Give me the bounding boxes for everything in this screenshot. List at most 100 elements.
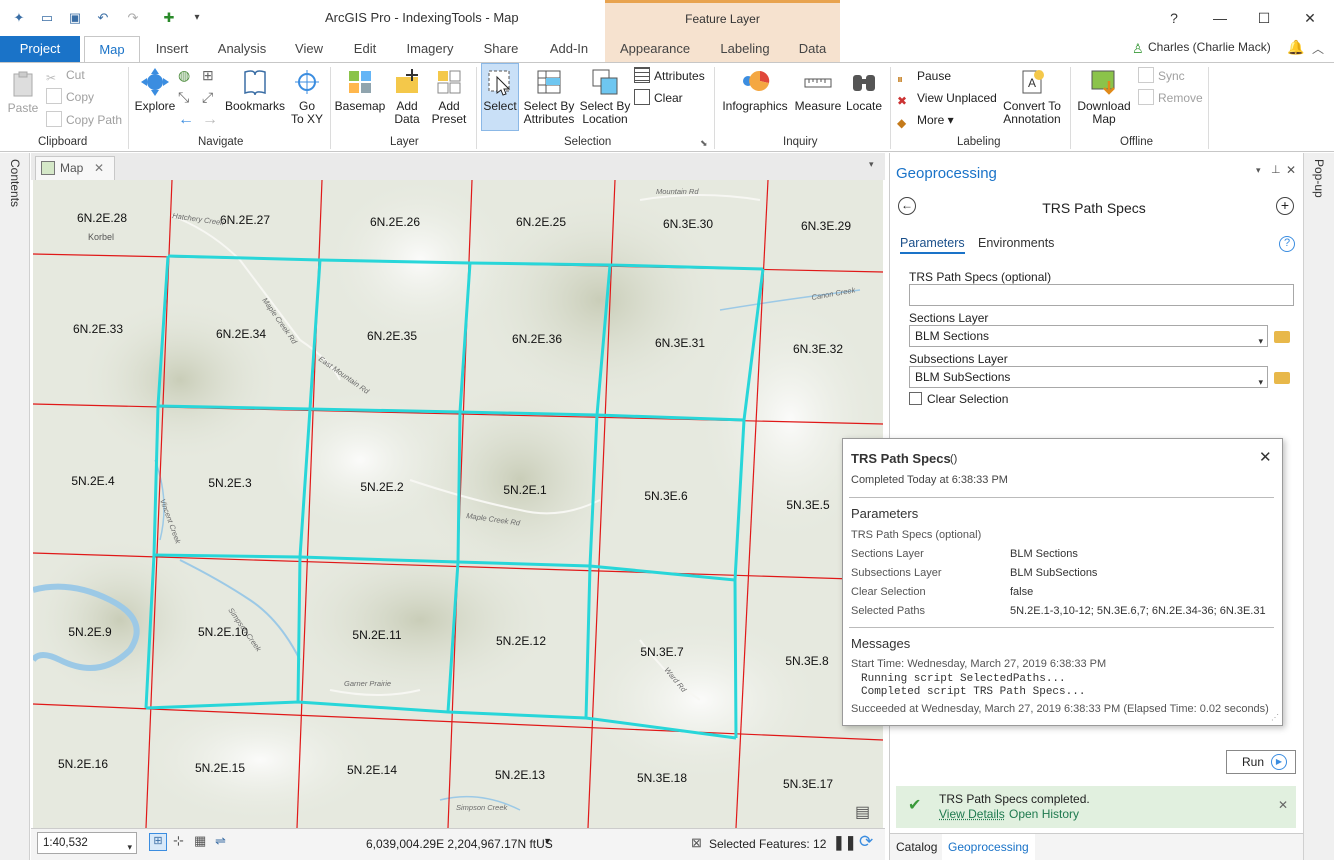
- run-button[interactable]: Run ▶: [1226, 750, 1296, 774]
- tab-share[interactable]: Share: [475, 36, 527, 62]
- tab-data[interactable]: Data: [785, 36, 840, 62]
- sync-button[interactable]: Sync: [1138, 66, 1185, 86]
- clear-button[interactable]: Clear: [634, 88, 683, 108]
- fixed-zoom-in-icon[interactable]: ⤡: [178, 89, 189, 106]
- tab-environments[interactable]: Environments: [978, 236, 1054, 250]
- resize-grip-icon[interactable]: ⋰: [1271, 713, 1279, 722]
- rotation-icon[interactable]: ⇌: [215, 833, 226, 849]
- refresh-icon[interactable]: ⟳: [859, 832, 873, 852]
- infographics-button[interactable]: Infographics: [720, 67, 790, 113]
- notification-bell-icon[interactable]: 🔔: [1287, 39, 1304, 56]
- paste-icon: [8, 69, 38, 99]
- popup-pane-tab[interactable]: Pop-up: [1303, 153, 1334, 860]
- close-dialog-icon[interactable]: ✕: [1259, 448, 1272, 466]
- maximize-button[interactable]: ☐: [1254, 8, 1274, 28]
- forward-icon[interactable]: →: [202, 111, 218, 129]
- scale-selector[interactable]: 1:40,532 ▾: [37, 832, 137, 854]
- tab-parameters[interactable]: Parameters: [900, 236, 965, 254]
- locate-button[interactable]: Locate: [844, 67, 884, 113]
- browse-folder-icon[interactable]: [1274, 331, 1290, 343]
- tab-edit[interactable]: Edit: [343, 36, 387, 62]
- sections-layer-select[interactable]: BLM Sections ▾: [909, 325, 1268, 347]
- select-button[interactable]: Select: [481, 63, 519, 131]
- tab-insert[interactable]: Insert: [145, 36, 199, 62]
- fixed-zoom-out-icon[interactable]: ⤢: [202, 89, 213, 106]
- pause-labeling-button[interactable]: ⏸ Pause: [897, 66, 951, 86]
- labeling-more-button[interactable]: ◆ More ▾: [897, 110, 954, 130]
- browse-folder-icon[interactable]: [1274, 372, 1290, 384]
- tab-labeling[interactable]: Labeling: [705, 36, 785, 62]
- tab-add-in[interactable]: Add-In: [538, 36, 600, 62]
- back-arrow-icon[interactable]: ←: [898, 197, 916, 215]
- selection-options-icon[interactable]: ⬊: [700, 138, 708, 149]
- contents-label[interactable]: Contents: [8, 159, 22, 207]
- basemap-button[interactable]: Basemap: [334, 67, 386, 113]
- clear-selection-checkbox[interactable]: [909, 392, 922, 405]
- help-button[interactable]: ?: [1164, 8, 1184, 28]
- save-icon[interactable]: ▣: [66, 9, 84, 27]
- dismiss-banner-icon[interactable]: ✕: [1278, 798, 1288, 812]
- close-map-tab-icon[interactable]: ✕: [94, 157, 104, 179]
- full-extent-icon[interactable]: ◍: [178, 67, 190, 84]
- tab-appearance[interactable]: Appearance: [605, 36, 705, 62]
- undo-icon[interactable]: ↶: [94, 9, 112, 27]
- open-history-link[interactable]: Open History: [1009, 807, 1079, 821]
- tab-project[interactable]: Project: [0, 36, 80, 62]
- subsections-layer-select[interactable]: BLM SubSections ▾: [909, 366, 1268, 388]
- cut-button[interactable]: ✂ Cut: [46, 65, 85, 85]
- tab-imagery[interactable]: Imagery: [397, 36, 463, 62]
- go-to-xy-button[interactable]: Go To XY: [288, 67, 326, 126]
- paste-button[interactable]: Paste: [6, 69, 40, 115]
- tab-geoprocessing[interactable]: Geoprocessing: [942, 834, 1035, 861]
- customize-qat-icon[interactable]: ▾: [188, 9, 206, 27]
- close-button[interactable]: ✕: [1300, 8, 1320, 28]
- copy-button[interactable]: Copy: [46, 87, 94, 107]
- download-map-button[interactable]: Download Map: [1074, 67, 1134, 126]
- minimize-button[interactable]: —: [1210, 8, 1230, 28]
- move-icon[interactable]: ✚: [160, 9, 178, 27]
- zoom-to-selection-icon[interactable]: ⊞: [202, 67, 214, 84]
- user-name[interactable]: Charles (Charlie Mack): [1148, 40, 1271, 54]
- new-project-icon[interactable]: ✦: [10, 9, 28, 27]
- open-folder-icon[interactable]: ▭: [38, 9, 56, 27]
- tab-catalog[interactable]: Catalog: [896, 840, 937, 854]
- tab-analysis[interactable]: Analysis: [210, 36, 274, 62]
- measure-button[interactable]: Measure: [794, 67, 842, 113]
- popup-label[interactable]: Pop-up: [1312, 159, 1326, 198]
- contents-pane-tab[interactable]: Contents: [0, 153, 30, 860]
- coordinate-format-dropdown-icon[interactable]: ▾: [545, 836, 550, 847]
- copy-path-button[interactable]: Copy Path: [46, 110, 122, 130]
- pin-icon[interactable]: ⊥: [1271, 163, 1281, 176]
- map-tabs-dropdown-icon[interactable]: ▾: [869, 159, 874, 170]
- snapping-icon[interactable]: ⊞: [149, 833, 167, 851]
- tab-map[interactable]: Map: [84, 36, 140, 63]
- redo-icon[interactable]: ↷: [124, 9, 142, 27]
- add-preset-button[interactable]: Add Preset: [428, 67, 470, 126]
- pane-menu-icon[interactable]: ▾: [1256, 165, 1261, 176]
- tab-view[interactable]: View: [285, 36, 333, 62]
- close-pane-icon[interactable]: ✕: [1286, 163, 1296, 177]
- view-details-link[interactable]: View Details: [939, 807, 1005, 821]
- selected-features-count[interactable]: Selected Features: 12: [709, 837, 826, 851]
- bookmarks-button[interactable]: Bookmarks: [224, 67, 286, 113]
- add-icon[interactable]: +: [1276, 197, 1294, 215]
- map-view-tab[interactable]: Map ✕: [35, 156, 115, 180]
- grid-snap-icon[interactable]: ⊹: [173, 833, 184, 849]
- remove-button[interactable]: Remove: [1138, 88, 1203, 108]
- trs-path-specs-input[interactable]: [909, 284, 1294, 306]
- attributes-table-icon: [634, 67, 650, 83]
- collapse-ribbon-icon[interactable]: ︿: [1312, 40, 1324, 57]
- attributes-button[interactable]: Attributes: [634, 66, 705, 86]
- view-unplaced-button[interactable]: ✖ View Unplaced: [897, 88, 997, 108]
- select-by-attributes-button[interactable]: Select By Attributes: [521, 67, 577, 126]
- explore-button[interactable]: Explore: [134, 67, 176, 113]
- select-by-location-button[interactable]: Select By Location: [579, 67, 631, 126]
- help-icon[interactable]: ?: [1279, 236, 1295, 252]
- pause-drawing-icon[interactable]: ❚❚: [833, 834, 856, 851]
- map-notes-icon[interactable]: ▤: [855, 802, 870, 822]
- map-view[interactable]: 6N.2E.28 6N.2E.27 6N.2E.26 6N.2E.25 6N.3E.30…: [33, 180, 883, 828]
- table-grid-icon[interactable]: ▦: [194, 833, 206, 849]
- back-icon[interactable]: ←: [178, 111, 194, 129]
- convert-to-annotation-button[interactable]: A Convert To Annotation: [1000, 67, 1064, 126]
- add-data-button[interactable]: Add Data: [388, 67, 426, 126]
